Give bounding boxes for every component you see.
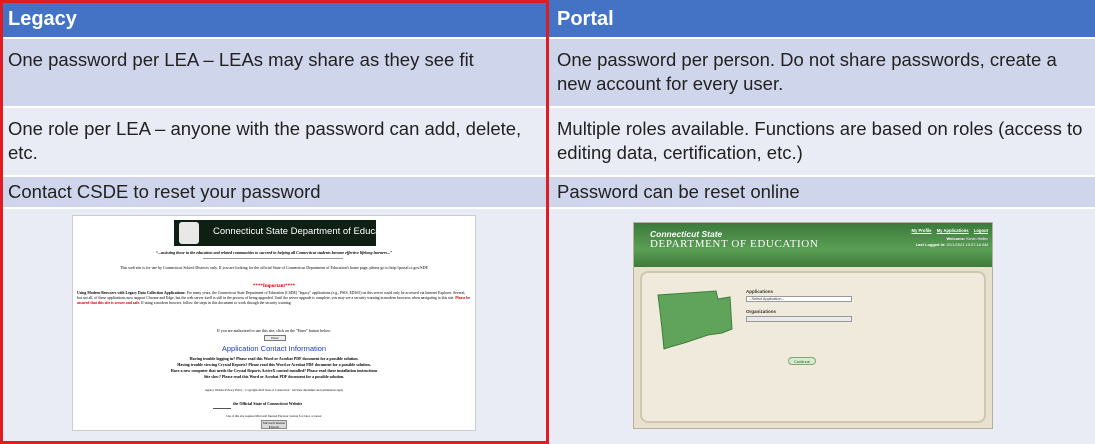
connecticut-map-icon: [657, 290, 733, 350]
last-logged-label: Last Logged In:: [915, 242, 946, 247]
legacy-notice: This web site is for use by Connecticut …: [120, 265, 428, 270]
continue-button[interactable]: Continue: [788, 357, 816, 365]
applications-label: Applications: [746, 289, 774, 294]
legacy-browser-notice: Using Modern Browsers with Legacy Data C…: [77, 291, 471, 306]
official-site-text: the Official State of Connecticut Websit…: [233, 401, 303, 406]
legacy-footer: Agency Website Privacy Policy · Copyrigh…: [204, 388, 344, 392]
portal-header: Portal: [549, 0, 1095, 37]
legacy-para-lead: Using Modern Browsers with Legacy Data C…: [77, 291, 186, 295]
header-row: Legacy Portal: [0, 0, 1095, 37]
compat-note: Use of this site requires Microsoft Inte…: [226, 414, 322, 418]
portal-cell: Password can be reset online: [549, 177, 1095, 207]
enter-button[interactable]: Enter: [264, 335, 286, 341]
legacy-para-tail: If using a modern browser, follow the st…: [141, 301, 292, 305]
portal-login-panel: Applications --Select Application-- Orga…: [640, 271, 986, 423]
help-line: Having trouble logging in? Please read t…: [189, 356, 359, 361]
divider: [203, 258, 343, 259]
organizations-select[interactable]: [746, 316, 852, 322]
legacy-cell: One password per LEA – LEAs may share as…: [0, 39, 547, 106]
portal-site-screenshot: Connecticut State DEPARTMENT OF EDUCATIO…: [633, 222, 993, 429]
my-profile-link[interactable]: My Profile: [912, 228, 932, 233]
my-applications-link[interactable]: My Applications: [937, 228, 969, 233]
portal-cell: Multiple roles available. Functions are …: [549, 108, 1095, 175]
legacy-cell: Contact CSDE to reset your password: [0, 177, 547, 207]
help-line: Have a new computer that needs the Cryst…: [170, 368, 378, 373]
ct-logo-icon: [213, 399, 231, 409]
portal-header-bar: Connecticut State DEPARTMENT OF EDUCATIO…: [634, 223, 992, 267]
portal-user-info: Welcome: Kevin Heller Last Logged In: 01…: [916, 236, 988, 248]
legacy-cell: One role per LEA – anyone with the passw…: [0, 108, 547, 175]
legacy-important-heading: ****Important****: [252, 284, 296, 289]
welcome-value: Kevin Heller: [966, 236, 988, 241]
help-line: Site slow? Please read this Word or Acro…: [203, 374, 345, 379]
welcome-label: Welcome:: [946, 236, 966, 241]
last-logged-value: 01/1/2021 10:07:16 AM: [946, 242, 988, 247]
portal-nav-links: My Profile My Applications Logout: [908, 228, 989, 233]
state-seal-icon: [179, 222, 199, 244]
legacy-header: Legacy: [0, 0, 547, 37]
legacy-tagline: “...assisting those in the education and…: [155, 250, 393, 255]
portal-title-line2: DEPARTMENT OF EDUCATION: [650, 238, 819, 250]
table-row: One role per LEA – anyone with the passw…: [0, 108, 1095, 175]
legacy-banner-title: Connecticut State Department of Educatio…: [213, 226, 396, 237]
organizations-label: Organizations: [746, 309, 777, 314]
portal-cell: One password per person. Do not share pa…: [549, 39, 1095, 106]
table-row: Contact CSDE to reset your password Pass…: [0, 177, 1095, 207]
logout-link[interactable]: Logout: [974, 228, 988, 233]
legacy-site-screenshot: Connecticut State Department of Educatio…: [72, 215, 476, 431]
contact-info-link[interactable]: Application Contact Information: [73, 344, 475, 353]
comparison-table: Legacy Portal One password per LEA – LEA…: [0, 0, 1095, 444]
table-row: One password per LEA – LEAs may share as…: [0, 39, 1095, 106]
help-line: Having trouble viewing Crystal Reports? …: [177, 362, 371, 367]
ie-badge-icon: Microsoft Internet Explorer: [261, 420, 287, 429]
applications-select[interactable]: --Select Application--: [746, 296, 852, 302]
legacy-authorized-text: If you are authorized to use this site, …: [217, 328, 331, 333]
